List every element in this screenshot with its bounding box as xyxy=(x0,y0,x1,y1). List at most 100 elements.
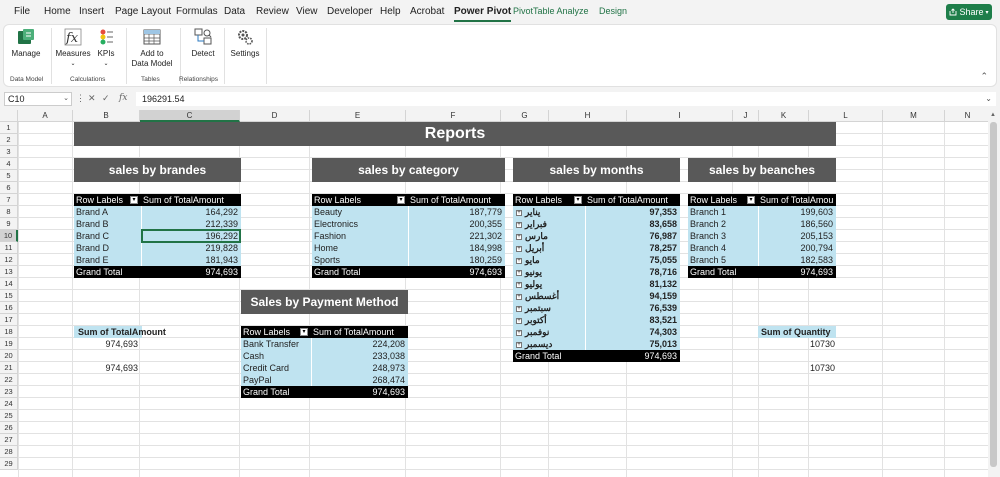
quantity-value-2[interactable]: 10730 xyxy=(758,362,835,374)
pivot-row[interactable]: + يوليو 81,132 xyxy=(513,278,680,290)
column-header-a[interactable]: A xyxy=(18,110,73,122)
kpis-button[interactable]: KPIs ⌄ xyxy=(92,27,120,71)
row-header-27[interactable]: 27 xyxy=(0,434,18,446)
column-header-g[interactable]: G xyxy=(501,110,549,122)
row-header-29[interactable]: 29 xyxy=(0,458,18,470)
pivot-grand-total-row[interactable]: Grand Total 974,693 xyxy=(241,386,408,398)
pivot-row[interactable]: Cash 233,038 xyxy=(241,350,408,362)
row-header-23[interactable]: 23 xyxy=(0,386,18,398)
filter-dropdown-icon[interactable]: ▾ xyxy=(397,196,405,204)
quantity-value[interactable]: 10730 xyxy=(758,338,835,350)
row-header-8[interactable]: 8 xyxy=(0,206,18,218)
row-header-7[interactable]: 7 xyxy=(0,194,18,206)
pivot-row[interactable]: + أبريل 78,257 xyxy=(513,242,680,254)
total-amount-value[interactable]: 974,693 xyxy=(74,338,138,350)
pivot-header-row[interactable]: Row Labels Sum of TotalAmount ▾ xyxy=(241,326,408,338)
pivot-row[interactable]: + مارس 76,987 xyxy=(513,230,680,242)
row-header-13[interactable]: 13 xyxy=(0,266,18,278)
share-button[interactable]: Share ▾ xyxy=(946,4,992,20)
pivot-row[interactable]: Brand A 164,292 xyxy=(74,206,241,218)
expand-icon[interactable]: + xyxy=(516,257,522,264)
tab-data[interactable]: Data xyxy=(224,6,245,17)
row-header-22[interactable]: 22 xyxy=(0,374,18,386)
pivot-header-row[interactable]: Row Labels Sum of TotalAmount ▾ xyxy=(513,194,680,206)
pivot-row[interactable]: Brand D 219,828 xyxy=(74,242,241,254)
row-header-19[interactable]: 19 xyxy=(0,338,18,350)
pivot-row[interactable]: Brand E 181,943 xyxy=(74,254,241,266)
pivot-header-row[interactable]: Row Labels Sum of TotalAmount ▾ xyxy=(74,194,241,206)
row-header-14[interactable]: 14 xyxy=(0,278,18,290)
name-box[interactable]: C10 ⌄ xyxy=(4,92,72,106)
row-header-17[interactable]: 17 xyxy=(0,314,18,326)
detect-button[interactable]: Detect xyxy=(186,27,220,71)
row-header-26[interactable]: 26 xyxy=(0,422,18,434)
row-header-15[interactable]: 15 xyxy=(0,290,18,302)
formula-input[interactable]: 196291.54 ⌄ xyxy=(136,92,996,106)
column-header-c[interactable]: C xyxy=(140,110,240,122)
scrollbar-thumb[interactable] xyxy=(990,122,997,467)
column-header-n[interactable]: N xyxy=(945,110,988,122)
column-header-h[interactable]: H xyxy=(549,110,627,122)
pivot-grand-total-row[interactable]: Grand Total 974,693 xyxy=(312,266,505,278)
row-header-4[interactable]: 4 xyxy=(0,158,18,170)
enter-icon[interactable]: ✓ xyxy=(102,93,110,104)
tab-file[interactable]: File xyxy=(14,6,30,17)
pivot-row[interactable]: + يناير 97,353 xyxy=(513,206,680,218)
expand-icon[interactable]: + xyxy=(516,233,522,240)
add-to-data-model-button[interactable]: Add to Data Model xyxy=(128,27,176,71)
column-header-m[interactable]: M xyxy=(883,110,945,122)
tab-view[interactable]: View xyxy=(296,6,318,17)
row-header-5[interactable]: 5 xyxy=(0,170,18,182)
row-header-24[interactable]: 24 xyxy=(0,398,18,410)
expand-icon[interactable]: + xyxy=(516,305,522,312)
chevron-down-icon[interactable]: ⌄ xyxy=(985,92,992,106)
filter-dropdown-icon[interactable]: ▾ xyxy=(747,196,755,204)
tab-developer[interactable]: Developer xyxy=(327,6,373,17)
pivot-row[interactable]: Branch 3 205,153 xyxy=(688,230,836,242)
chevron-down-icon[interactable]: ⌄ xyxy=(63,93,69,105)
tab-review[interactable]: Review xyxy=(256,6,289,17)
pivot-row[interactable]: Branch 4 200,794 xyxy=(688,242,836,254)
tab-pivottable-analyze[interactable]: PivotTable Analyze xyxy=(513,6,589,16)
expand-icon[interactable]: + xyxy=(516,293,522,300)
pivot-row[interactable]: + ديسمبر 75,013 xyxy=(513,338,680,350)
pivot-row[interactable]: Home 184,998 xyxy=(312,242,505,254)
vertical-scrollbar[interactable]: ▲ xyxy=(988,110,1000,477)
filter-dropdown-icon[interactable]: ▾ xyxy=(130,196,138,204)
row-header-18[interactable]: 18 xyxy=(0,326,18,338)
column-header-j[interactable]: J xyxy=(733,110,759,122)
column-header-b[interactable]: B xyxy=(73,110,140,122)
row-header-11[interactable]: 11 xyxy=(0,242,18,254)
row-header-12[interactable]: 12 xyxy=(0,254,18,266)
expand-icon[interactable]: + xyxy=(516,269,522,276)
expand-icon[interactable]: + xyxy=(516,329,522,336)
tab-help[interactable]: Help xyxy=(380,6,401,17)
column-header-e[interactable]: E xyxy=(310,110,406,122)
column-header-k[interactable]: K xyxy=(759,110,809,122)
tab-insert[interactable]: Insert xyxy=(79,6,104,17)
expand-icon[interactable]: + xyxy=(516,221,522,228)
row-header-1[interactable]: 1 xyxy=(0,122,18,134)
tab-power-pivot[interactable]: Power Pivot xyxy=(454,6,512,22)
cancel-icon[interactable]: ✕ xyxy=(88,93,96,104)
tab-home[interactable]: Home xyxy=(44,6,71,17)
pivot-row[interactable]: Branch 5 182,583 xyxy=(688,254,836,266)
pivot-row[interactable]: + فبراير 83,658 xyxy=(513,218,680,230)
row-header-21[interactable]: 21 xyxy=(0,362,18,374)
row-header-20[interactable]: 20 xyxy=(0,350,18,362)
row-header-9[interactable]: 9 xyxy=(0,218,18,230)
expand-icon[interactable]: + xyxy=(516,341,522,348)
tab-page-layout[interactable]: Page Layout xyxy=(115,6,171,17)
pivot-row[interactable]: Electronics 200,355 xyxy=(312,218,505,230)
tab-design[interactable]: Design xyxy=(599,6,627,16)
measures-button[interactable]: fx Measures ⌄ xyxy=(55,27,91,71)
row-header-16[interactable]: 16 xyxy=(0,302,18,314)
tab-acrobat[interactable]: Acrobat xyxy=(410,6,444,17)
column-header-l[interactable]: L xyxy=(809,110,883,122)
more-options-icon[interactable]: ⋮ xyxy=(76,93,85,104)
row-header-3[interactable]: 3 xyxy=(0,146,18,158)
expand-icon[interactable]: + xyxy=(516,281,522,288)
select-all-corner[interactable] xyxy=(0,110,18,122)
pivot-row[interactable]: Branch 2 186,560 xyxy=(688,218,836,230)
manage-button[interactable]: Manage xyxy=(10,27,42,71)
